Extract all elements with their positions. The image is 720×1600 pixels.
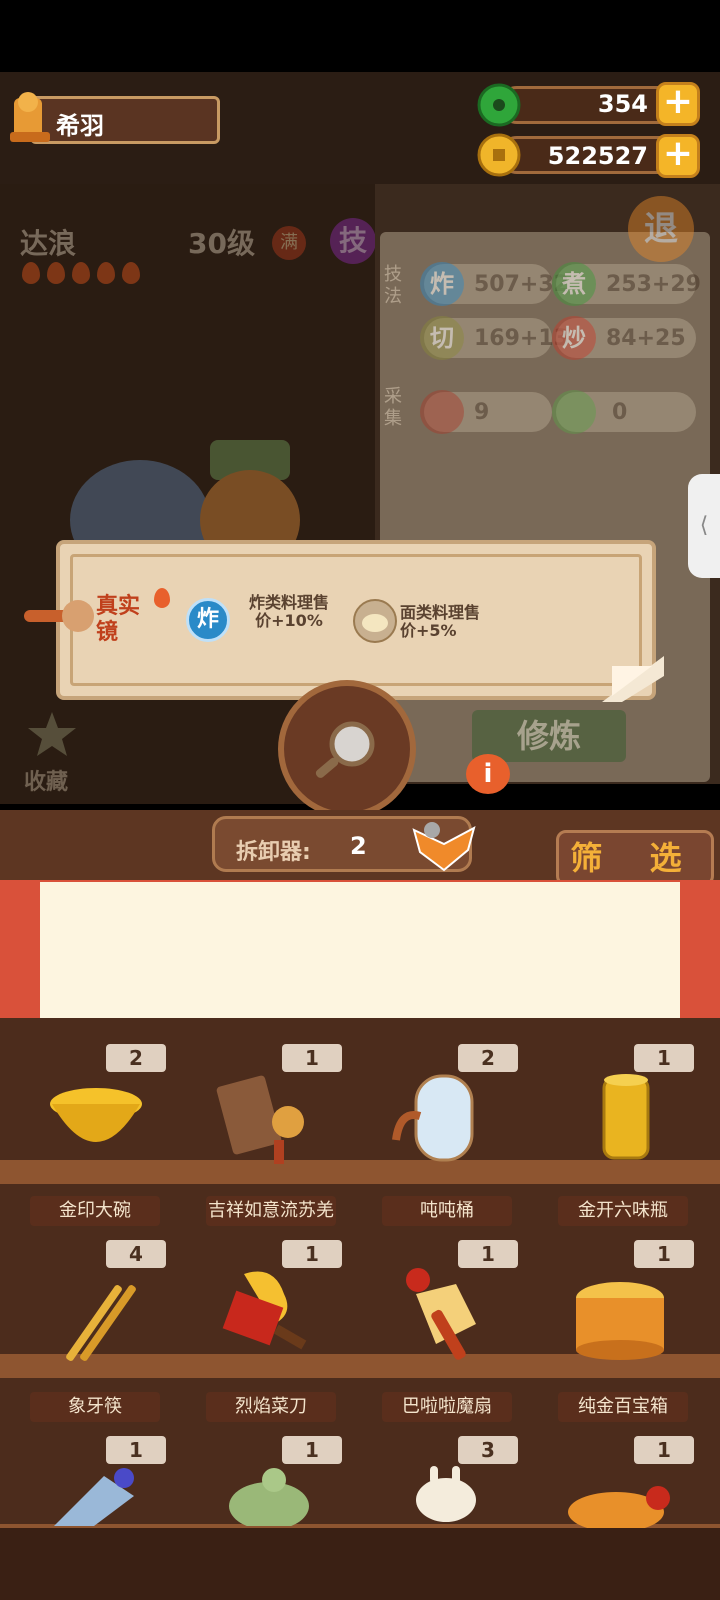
player-name: 希羽 [56,112,104,140]
dismantle-tool-icon[interactable] [404,810,484,882]
item-name: 金印大碗 [30,1196,160,1226]
bottom-strip [0,1528,720,1600]
tumbler-icon[interactable] [390,1070,490,1170]
item-count-badge: 1 [282,1044,342,1072]
item-name: 吨吨桶 [382,1196,512,1226]
vegetable-icon [552,390,596,434]
dismantle-label: 拆卸器: [236,840,311,865]
flame-icon [72,262,90,284]
effect-noodle-text: 面类料理售价+5% [400,603,481,640]
magic-fan-icon[interactable] [396,1264,496,1364]
item-count-badge: 1 [282,1436,342,1464]
boil-icon: 煮 [552,262,596,306]
flame-icon [22,262,40,284]
item-name: 象牙筷 [30,1392,160,1422]
stirfry-icon: 炒 [552,316,596,360]
knife-item-icon[interactable] [54,1466,144,1526]
item-name: 金开六味瓶 [558,1196,688,1226]
item-count-badge: 4 [106,1240,166,1268]
side-drawer-toggle[interactable]: ⟨ [688,474,720,578]
fry-icon: 炸 [420,262,464,306]
item-count-badge: 1 [634,1240,694,1268]
coin-value: 522527 [547,142,648,170]
dismantle-count: 2 [350,832,367,860]
flame-icon [154,588,170,608]
item-count-badge: 1 [634,1436,694,1464]
player-avatar-icon[interactable] [6,88,54,146]
filter-button[interactable]: 筛 选 [556,830,714,886]
item-count-badge: 1 [634,1044,694,1072]
item-name: 巴啦啦魔扇 [382,1392,512,1422]
stirfry-value: 84+25 [606,326,686,351]
fry-effect-icon: 炸 [186,598,230,642]
item-count-badge: 2 [106,1044,166,1072]
info-icon[interactable]: i [466,754,510,794]
item-count-badge: 3 [458,1436,518,1464]
ivory-chopsticks-icon[interactable] [46,1270,146,1370]
boil-value: 253+29 [606,272,701,297]
meat-icon [420,390,464,434]
add-coin-button[interactable]: + [656,134,700,178]
favorite-label: 收藏 [24,770,69,795]
rabbit-item-icon[interactable] [406,1466,486,1526]
chef-level: 30级 [188,227,255,260]
gold-bowl-icon[interactable] [46,1070,146,1170]
equipment-name: 真实镜 [96,594,141,645]
max-level-badge: 满 [272,226,306,260]
flame-icon [97,262,115,284]
skill-button[interactable]: 技 [330,218,376,264]
effect-fry-text: 炸类料理售价+10% [248,593,329,630]
flame-icon [47,262,65,284]
add-jade-button[interactable]: + [656,82,700,126]
technique-label: 技法 [384,264,402,307]
item-count-badge: 1 [106,1436,166,1464]
item-name: 吉祥如意流苏羌 [206,1196,336,1226]
item-count-badge: 2 [458,1044,518,1072]
tassel-ornament-icon[interactable] [214,1070,314,1170]
display-area [40,882,680,1018]
item-name: 纯金百宝箱 [558,1392,688,1422]
flame-icon [122,262,140,284]
gather-label: 采集 [384,386,402,429]
spice-bottle-icon[interactable] [576,1070,676,1170]
cake-item-icon[interactable] [566,1484,676,1528]
veg-value: 0 [612,400,628,425]
equipment-pointer-icon [24,600,94,632]
chef-name: 达浪 [20,227,77,260]
noodle-icon [353,599,397,643]
tooltip-corner-fold [602,656,664,702]
magnifier-icon [315,721,375,778]
favorite-star-icon[interactable] [26,708,78,760]
jade-value: 354 [597,90,648,118]
flame-cleaver-icon[interactable] [214,1264,314,1364]
cut-icon: 切 [420,316,464,360]
treasure-box-icon[interactable] [570,1272,670,1372]
meat-value: 9 [474,400,490,425]
jade-pig-icon[interactable] [224,1466,314,1526]
item-name: 烈焰菜刀 [206,1392,336,1422]
exit-button[interactable]: 退 [628,196,694,262]
